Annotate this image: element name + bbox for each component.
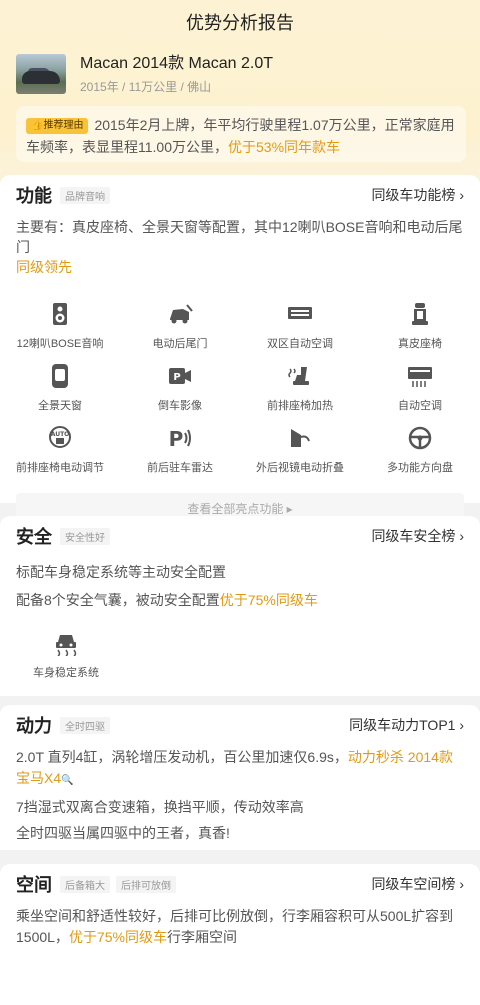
feature-item[interactable]: P 前后驻车雷达 <box>120 425 240 487</box>
function-card: 功能 品牌音响 同级车功能榜 › 主要有：真皮座椅、全景天窗等配置，其中12喇叭… <box>0 175 480 523</box>
feature-label: 外后视镜电动折叠 <box>256 462 344 474</box>
feature-item[interactable]: 双区自动空调 <box>240 301 360 363</box>
recommend-reason: 👍推荐理由 2015年2月上牌，年平均行驶里程1.07万公里，正常家庭用车频率，… <box>16 106 466 162</box>
feature-label: 车身稳定系统 <box>33 667 99 679</box>
svg-text:P: P <box>173 372 180 383</box>
feature-item[interactable]: 12喇叭BOSE音响 <box>0 301 120 363</box>
auto-ac-icon <box>408 367 432 387</box>
page-title-text: 优势分析报告 <box>186 13 294 33</box>
feature-label: 倒车影像 <box>158 400 202 412</box>
space-card: 空间 后备箱大 后排可放倒 同级车空间榜 › 乘坐空间和舒适性较好，后排可比例放… <box>0 864 480 1005</box>
power-line-2: 7挡湿式双离合变速箱，换挡平顺，传动效率高 <box>16 799 304 815</box>
safety-card: 安全 安全性好 同级车安全榜 › 标配车身稳定系统等主动安全配置 配备8个安全气… <box>0 516 480 696</box>
ac-icon <box>288 307 312 319</box>
feature-label: 双区自动空调 <box>267 338 333 350</box>
search-icon: 🔍 <box>61 775 74 786</box>
space-tag-1: 后备箱大 <box>60 875 110 893</box>
recommend-badge: 👍推荐理由 <box>26 118 89 134</box>
mirror-icon <box>291 429 310 447</box>
tailgate-icon <box>170 304 193 324</box>
power-line-1: 2.0T 直列4缸，涡轮增压发动机，百公里加速仅6.9s， <box>16 749 348 765</box>
function-summary: 主要有：真皮座椅、全景天窗等配置，其中12喇叭BOSE音响和电动后尾门 <box>16 219 463 255</box>
power-rank-link[interactable]: 同级车动力TOP1 › <box>349 715 464 735</box>
esp-icon <box>56 635 77 656</box>
feature-item[interactable]: 自动空调 <box>360 363 480 425</box>
power-tag: 全时四驱 <box>60 716 110 734</box>
feature-label: 前排座椅电动调节 <box>16 462 104 474</box>
car-thumbnail <box>16 54 66 94</box>
power-title: 动力 <box>16 716 52 736</box>
thumb-up-icon: 👍 <box>31 120 44 131</box>
seat-adjust-icon: AUTO <box>49 426 71 448</box>
feature-item[interactable]: 电动后尾门 <box>120 301 240 363</box>
car-title: Macan 2014款 Macan 2.0T <box>80 54 273 72</box>
safety-line-1: 标配车身稳定系统等主动安全配置 <box>16 564 226 580</box>
power-card: 动力 全时四驱 同级车动力TOP1 › 2.0T 直列4缸，涡轮增压发动机，百公… <box>0 705 480 850</box>
feature-label: 全景天窗 <box>38 400 82 412</box>
see-all-features-label: 查看全部亮点功能 ▸ <box>187 501 293 516</box>
space-title: 空间 <box>16 875 52 895</box>
feature-label: 前后驻车雷达 <box>147 462 213 474</box>
page-title: 优势分析报告 <box>0 0 480 44</box>
function-summary-highlight: 同级领先 <box>16 259 72 275</box>
space-rank-link[interactable]: 同级车空间榜 › <box>371 874 464 894</box>
parking-radar-icon: P <box>169 427 191 451</box>
safety-tag: 安全性好 <box>60 527 110 545</box>
sunroof-icon <box>52 364 68 388</box>
safety-title: 安全 <box>16 527 52 547</box>
recommend-highlight: 优于53%同年款车 <box>228 139 341 155</box>
space-highlight: 优于75%同级车 <box>68 929 167 945</box>
feature-label: 前排座椅加热 <box>267 400 333 412</box>
svg-text:P: P <box>169 427 184 451</box>
camera-icon: P <box>169 368 191 384</box>
recommend-badge-label: 推荐理由 <box>43 120 84 131</box>
feature-item[interactable]: 真皮座椅 <box>360 301 480 363</box>
feature-item[interactable]: 车身稳定系统 <box>24 628 108 680</box>
safety-line-2-highlight: 优于75%同级车 <box>219 592 318 608</box>
function-tag: 品牌音响 <box>60 186 110 204</box>
function-title: 功能 <box>16 186 52 206</box>
space-text-tail: 行李厢空间 <box>166 929 237 945</box>
feature-label: 自动空调 <box>398 400 442 412</box>
car-meta: 2015年 / 11万公里 / 佛山 <box>80 79 212 94</box>
feature-label: 电动后尾门 <box>152 338 208 350</box>
space-tag-2: 后排可放倒 <box>116 875 176 893</box>
safety-line-2: 配备8个安全气囊，被动安全配置 <box>16 592 220 608</box>
seat-icon <box>412 303 428 325</box>
speaker-icon <box>53 303 67 325</box>
feature-label: 12喇叭BOSE音响 <box>16 338 104 350</box>
function-rank-link[interactable]: 同级车功能榜 › <box>371 185 464 205</box>
feature-item[interactable]: 全景天窗 <box>0 363 120 425</box>
power-line-3: 全时四驱当属四驱中的王者，真香! <box>16 825 230 841</box>
safety-rank-link[interactable]: 同级车安全榜 › <box>371 526 464 546</box>
car-summary[interactable]: Macan 2014款 Macan 2.0T 2015年 / 11万公里 / 佛… <box>16 52 466 96</box>
feature-label: 多功能方向盘 <box>387 462 453 474</box>
feature-item[interactable]: 前排座椅加热 <box>240 363 360 425</box>
feature-item[interactable]: P 倒车影像 <box>120 363 240 425</box>
feature-label: 真皮座椅 <box>398 338 442 350</box>
feature-item[interactable]: 外后视镜电动折叠 <box>240 425 360 487</box>
feature-item[interactable]: 多功能方向盘 <box>360 425 480 487</box>
svg-text:AUTO: AUTO <box>51 431 70 438</box>
feature-item[interactable]: AUTO 前排座椅电动调节 <box>0 425 120 487</box>
steering-icon <box>408 426 432 450</box>
seat-heat-icon <box>288 367 309 385</box>
